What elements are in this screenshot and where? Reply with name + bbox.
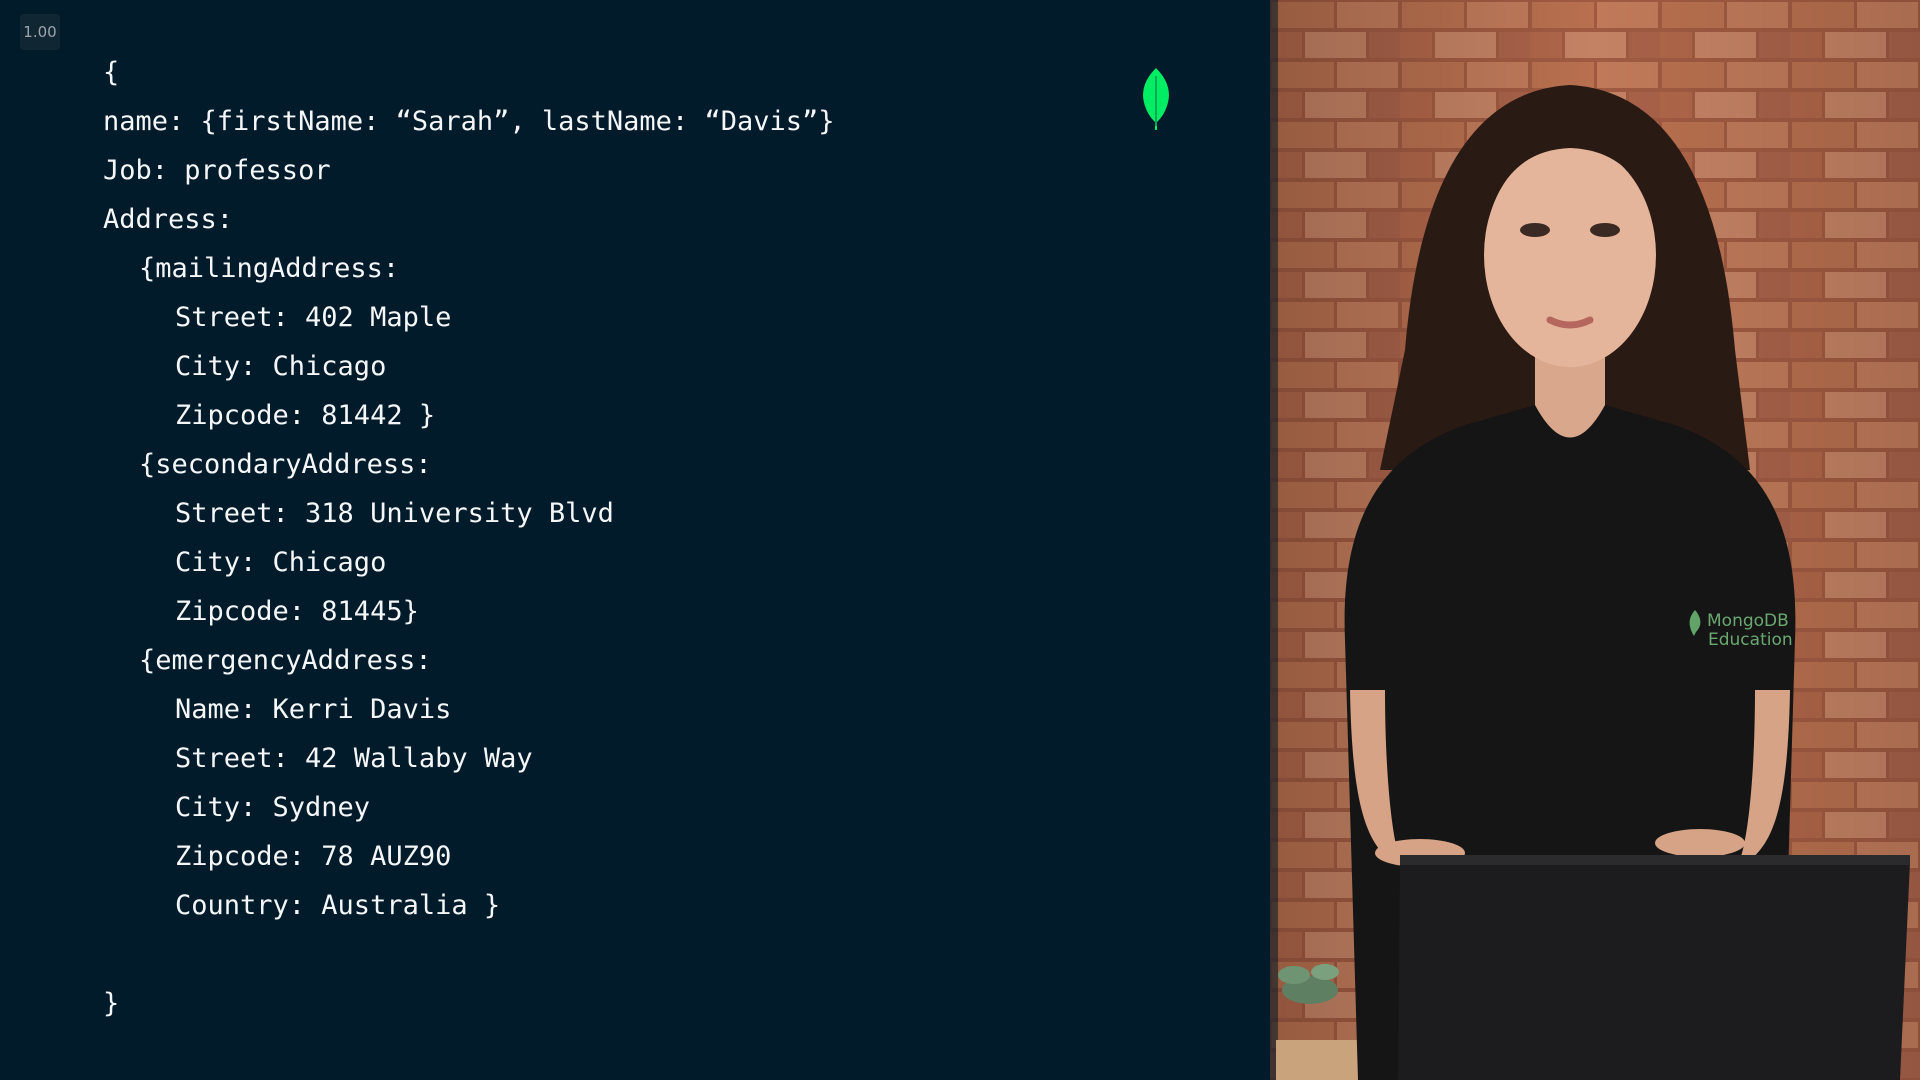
code-slide-panel: 1.00 { name: {firstName: “Sarah”, lastNa… bbox=[0, 0, 1270, 1080]
presenter-video: MongoDB Education bbox=[1270, 0, 1920, 1080]
json-document-code: { name: {firstName: “Sarah”, lastName: “… bbox=[103, 48, 835, 1028]
code-line-secondary-street: Street: 318 University Blvd bbox=[175, 498, 614, 529]
code-line-secondary-zipcode: Zipcode: 81445} bbox=[175, 596, 419, 627]
code-line-mailing-zipcode: Zipcode: 81442 } bbox=[175, 400, 436, 431]
code-line-emergency-address: {emergencyAddress: bbox=[139, 645, 432, 676]
code-line-name: name: {firstName: “Sarah”, lastName: “Da… bbox=[103, 106, 835, 137]
presenter-scene: MongoDB Education bbox=[1270, 0, 1920, 1080]
code-line-emergency-street: Street: 42 Wallaby Way bbox=[175, 743, 533, 774]
code-line-mailing-city: City: Chicago bbox=[175, 351, 387, 382]
code-line-open-brace: { bbox=[103, 57, 120, 88]
code-line-emergency-name: Name: Kerri Davis bbox=[175, 694, 452, 725]
video-frame: 1.00 { name: {firstName: “Sarah”, lastNa… bbox=[0, 0, 1920, 1080]
code-line-address: Address: bbox=[103, 204, 234, 235]
code-line-mailing-street: Street: 402 Maple bbox=[175, 302, 452, 333]
code-line-mailing-address: {mailingAddress: bbox=[139, 253, 400, 284]
mongodb-leaf-icon bbox=[1143, 68, 1169, 130]
svg-text:MongoDB: MongoDB bbox=[1707, 611, 1789, 631]
code-line-job: Job: professor bbox=[103, 155, 331, 186]
code-line-emergency-zipcode: Zipcode: 78 AUZ90 bbox=[175, 841, 452, 872]
code-line-secondary-address: {secondaryAddress: bbox=[139, 449, 432, 480]
code-blank-line bbox=[103, 930, 835, 979]
code-line-secondary-city: City: Chicago bbox=[175, 547, 387, 578]
code-line-close-brace: } bbox=[103, 988, 120, 1019]
code-line-emergency-country: Country: Australia } bbox=[175, 890, 501, 921]
playback-speed-badge[interactable]: 1.00 bbox=[20, 14, 60, 50]
laptop bbox=[1398, 855, 1910, 1080]
code-line-emergency-city: City: Sydney bbox=[175, 792, 371, 823]
svg-text:Education: Education bbox=[1708, 630, 1793, 650]
